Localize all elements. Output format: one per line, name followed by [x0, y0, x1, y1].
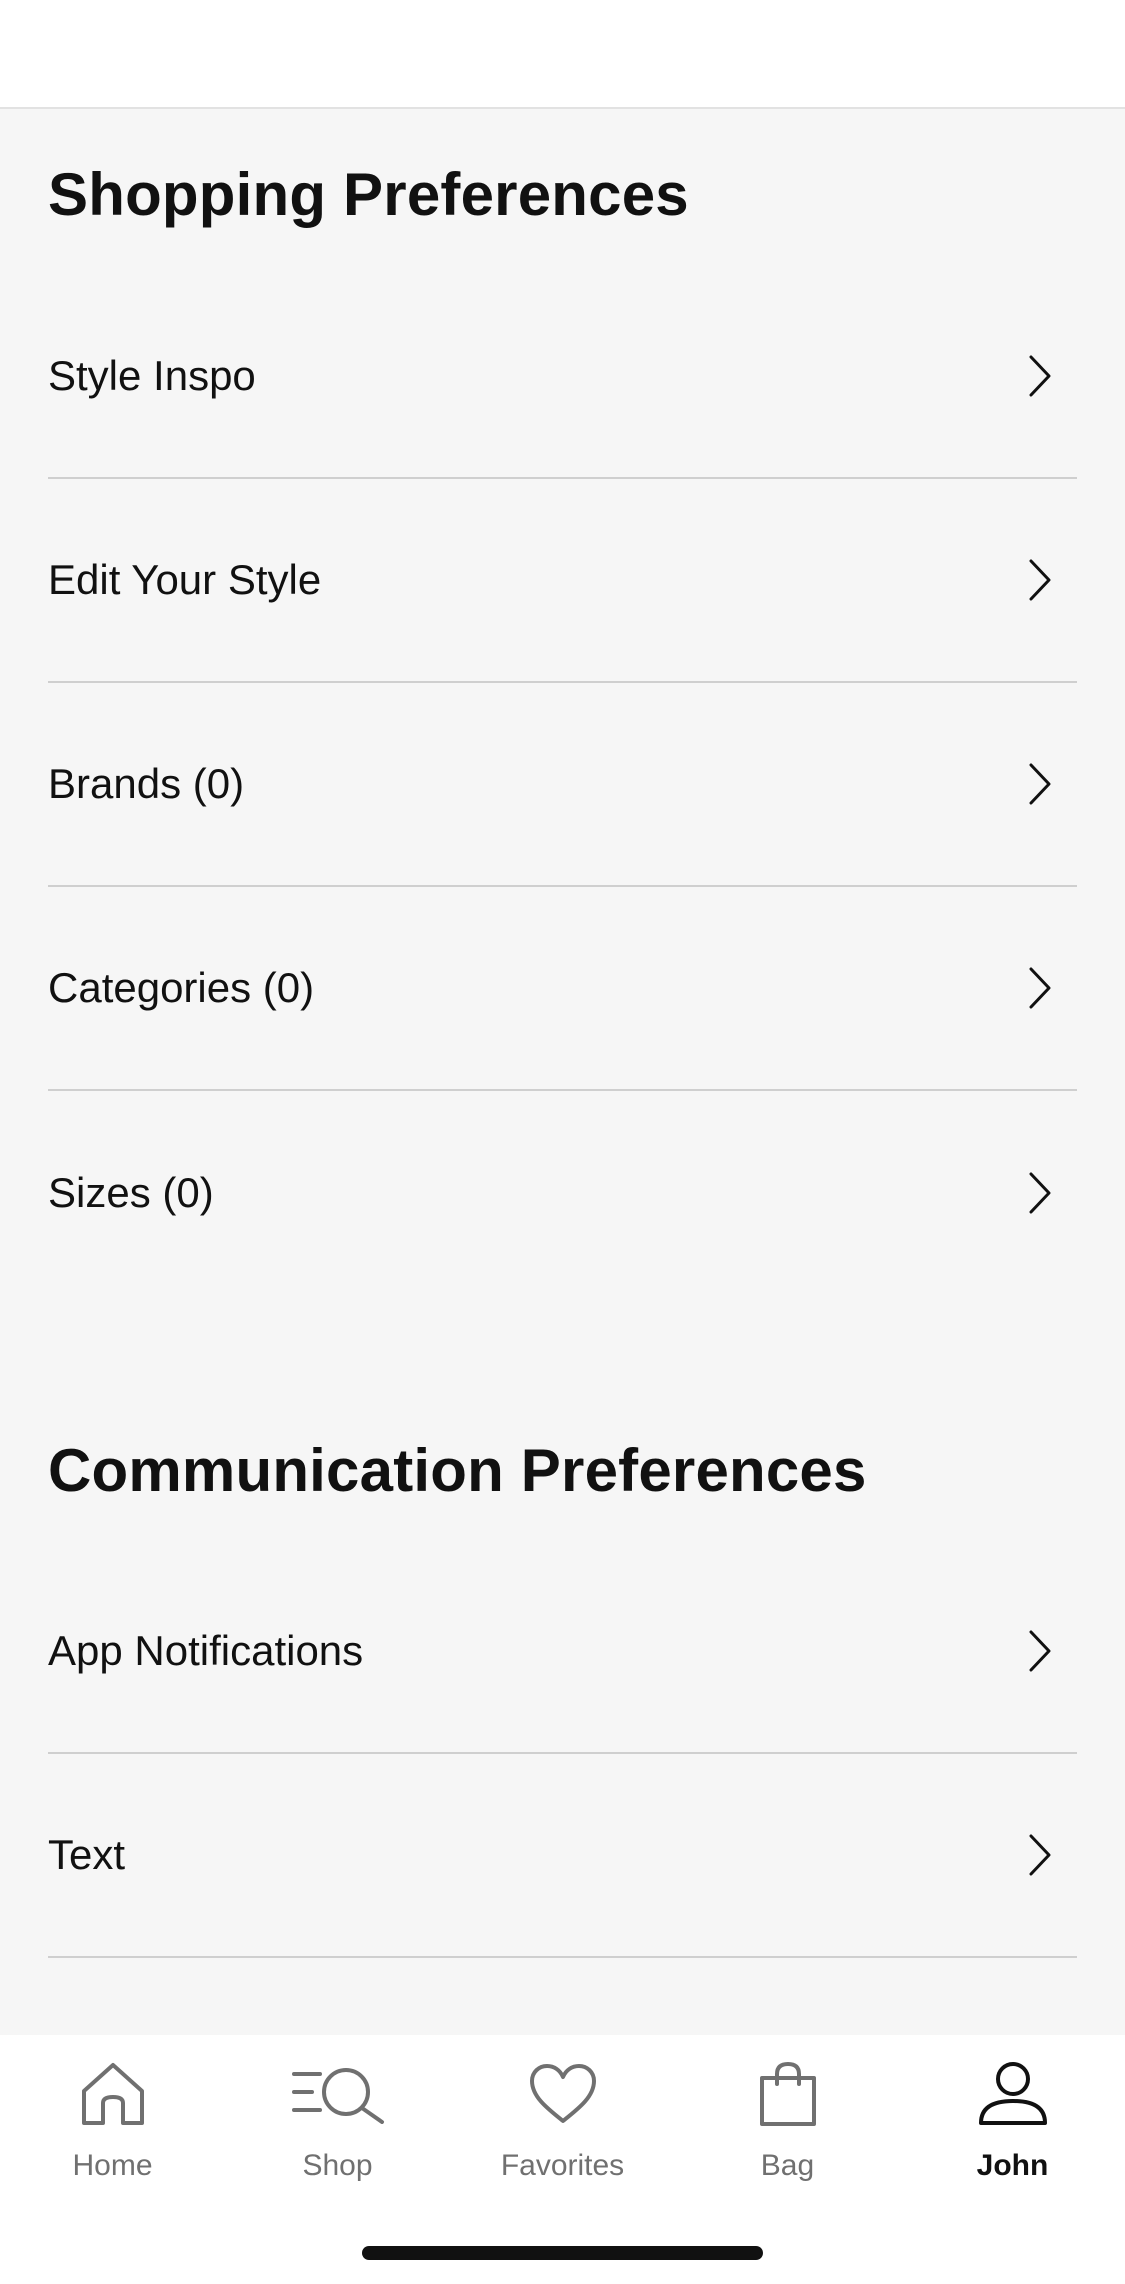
- edit-your-style-row[interactable]: Edit Your Style: [48, 479, 1077, 683]
- home-indicator: [362, 2246, 763, 2260]
- heart-icon: [528, 2057, 598, 2131]
- chevron-right-icon: [1025, 1832, 1055, 1878]
- brands-row[interactable]: Brands (0): [48, 683, 1077, 887]
- row-label: Style Inspo: [48, 352, 256, 399]
- row-label: App Notifications: [48, 1627, 364, 1674]
- bag-icon: [758, 2057, 818, 2131]
- top-bar: [0, 0, 1125, 109]
- row-label: Brands (0): [48, 760, 245, 807]
- tab-label: Shop: [302, 2149, 373, 2182]
- profile-icon: [977, 2057, 1049, 2131]
- sizes-row[interactable]: Sizes (0): [48, 1091, 1077, 1295]
- search-icon: [290, 2057, 386, 2131]
- categories-row[interactable]: Categories (0): [48, 887, 1077, 1091]
- tab-label: Home: [72, 2149, 153, 2182]
- text-row[interactable]: Text: [48, 1754, 1077, 1958]
- row-label: Categories (0): [48, 964, 315, 1011]
- tab-home[interactable]: Home: [0, 2057, 225, 2217]
- chevron-right-icon: [1025, 1170, 1055, 1216]
- tab-profile[interactable]: John: [900, 2057, 1125, 2217]
- chevron-right-icon: [1025, 965, 1055, 1011]
- row-label: Text: [48, 1831, 126, 1878]
- chevron-right-icon: [1025, 1628, 1055, 1674]
- chevron-right-icon: [1025, 557, 1055, 603]
- tab-label: Favorites: [500, 2149, 625, 2182]
- tab-label: Bag: [760, 2149, 815, 2182]
- chevron-right-icon: [1025, 761, 1055, 807]
- app-notifications-row[interactable]: App Notifications: [48, 1550, 1077, 1754]
- style-inspo-row[interactable]: Style Inspo: [48, 275, 1077, 479]
- row-label: Edit Your Style: [48, 556, 322, 603]
- row-label: Sizes (0): [48, 1169, 214, 1216]
- tab-shop[interactable]: Shop: [225, 2057, 450, 2217]
- tab-bag[interactable]: Bag: [675, 2057, 900, 2217]
- chevron-right-icon: [1025, 353, 1055, 399]
- tab-label: John: [976, 2149, 1049, 2182]
- shopping-preferences-title: Shopping Preferences: [48, 161, 689, 228]
- home-icon: [78, 2057, 148, 2131]
- communication-preferences-title: Communication Preferences: [48, 1437, 867, 1504]
- preferences-content: Shopping Preferences Style Inspo Edit Yo…: [0, 109, 1125, 2035]
- tab-favorites[interactable]: Favorites: [450, 2057, 675, 2217]
